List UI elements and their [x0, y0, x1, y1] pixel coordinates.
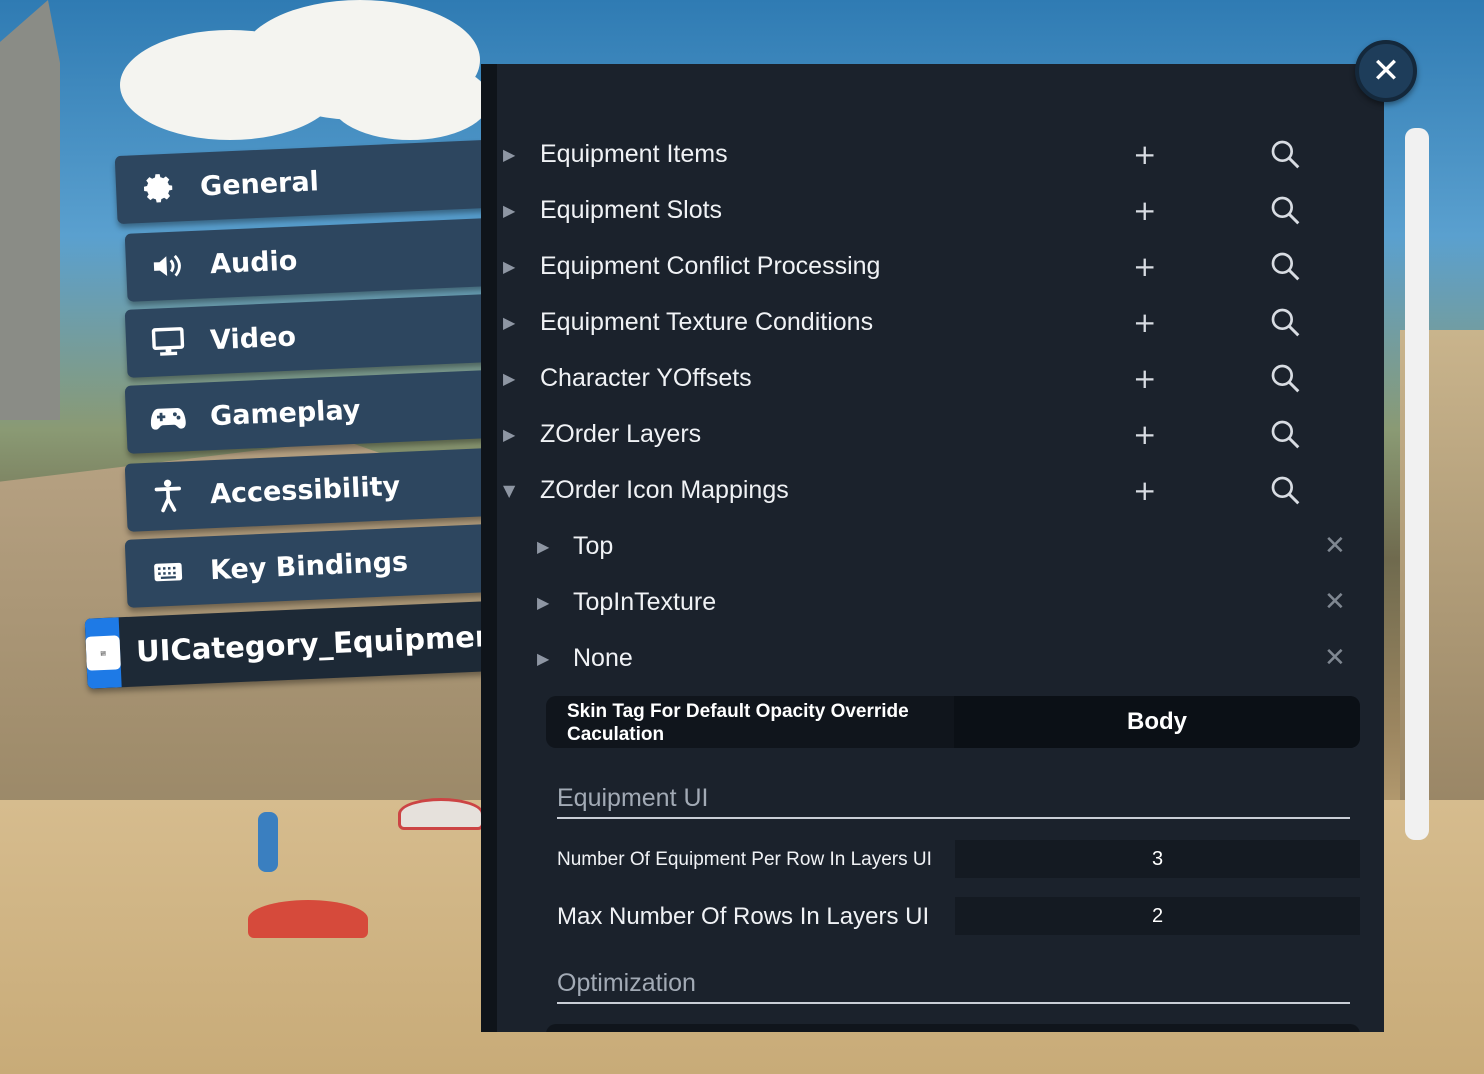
expand-arrow-icon[interactable]: ▶: [537, 537, 549, 556]
sidebar-item-label: Gameplay: [209, 394, 362, 432]
add-button[interactable]: +: [1133, 194, 1156, 227]
number-per-row-field: Number Of Equipment Per Row In Layers UI…: [557, 840, 1360, 880]
field-label: Max Number Of Rows In Layers UI: [557, 903, 930, 930]
field-label: Number Of Equipment Per Row In Layers UI: [557, 849, 932, 870]
search-icon[interactable]: [1269, 474, 1301, 506]
keyboard-icon: [147, 551, 189, 593]
remove-button[interactable]: ✕: [1324, 587, 1346, 617]
mapping-label: Top: [573, 531, 614, 560]
sidebar-item-label: Audio: [209, 244, 298, 280]
search-icon[interactable]: [1269, 362, 1301, 394]
sidebar-item-label: UICategory_Equipment: [135, 618, 490, 669]
group-label: Equipment Slots: [540, 195, 723, 224]
document-icon: ▤: [84, 617, 122, 689]
group-label: Equipment Items: [540, 139, 728, 168]
add-button[interactable]: +: [1133, 418, 1156, 451]
search-icon[interactable]: [1269, 138, 1301, 170]
add-button[interactable]: +: [1133, 138, 1156, 171]
gamepad-icon: [147, 397, 189, 439]
skin-tag-label: Skin Tag For Default Opacity Override Ca…: [567, 701, 909, 745]
mapping-row[interactable]: ▶ Top ✕: [497, 518, 1384, 574]
sidebar-item-label: Video: [209, 321, 297, 356]
expand-arrow-icon[interactable]: ▶: [503, 369, 515, 388]
group-row[interactable]: ▶ Character YOffsets +: [497, 350, 1384, 406]
search-icon[interactable]: [1269, 418, 1301, 450]
skin-tag-dropdown[interactable]: Body: [954, 696, 1360, 748]
sidebar-item-label: Key Bindings: [209, 546, 409, 586]
group-label: Character YOffsets: [540, 363, 752, 392]
sidebar-item-label: Accessibility: [209, 470, 401, 510]
group-label: ZOrder Layers: [540, 419, 702, 448]
mapping-label: TopInTexture: [573, 587, 717, 616]
mapping-row[interactable]: ▶ None ✕: [497, 630, 1384, 686]
add-button[interactable]: +: [1133, 362, 1156, 395]
add-button[interactable]: +: [1133, 474, 1156, 507]
group-label: ZOrder Icon Mappings: [540, 475, 789, 504]
group-row[interactable]: ▶ Equipment Items +: [497, 126, 1384, 182]
expand-arrow-icon[interactable]: ▶: [537, 649, 549, 668]
gear-icon: [137, 167, 179, 209]
number-input[interactable]: 3: [955, 840, 1360, 878]
expand-arrow-icon[interactable]: ▶: [503, 313, 515, 332]
scrollbar[interactable]: [1405, 128, 1429, 840]
expand-arrow-icon[interactable]: ▶: [503, 425, 515, 444]
group-row[interactable]: ▶ ZOrder Layers +: [497, 406, 1384, 462]
group-label: Equipment Conflict Processing: [540, 251, 881, 280]
skin-tag-field: Skin Tag For Default Opacity Override Ca…: [546, 696, 1360, 748]
remove-button[interactable]: ✕: [1324, 531, 1346, 561]
collapse-arrow-icon[interactable]: ▼: [503, 481, 515, 500]
monitor-icon: [147, 321, 189, 363]
expand-arrow-icon[interactable]: ▶: [503, 257, 515, 276]
add-button[interactable]: +: [1133, 250, 1156, 283]
settings-panel: ▶ Equipment Items + ▶ Equipment Slots + …: [481, 64, 1384, 1032]
section-title-optimization: Optimization: [557, 969, 1350, 1004]
expand-arrow-icon[interactable]: ▶: [503, 201, 515, 220]
group-row[interactable]: ▶ Equipment Slots +: [497, 182, 1384, 238]
group-label: Equipment Texture Conditions: [540, 307, 874, 336]
search-icon[interactable]: [1269, 306, 1301, 338]
expand-arrow-icon[interactable]: ▶: [503, 145, 515, 164]
section-title-equipment-ui: Equipment UI: [557, 784, 1350, 819]
group-row[interactable]: ▼ ZOrder Icon Mappings +: [497, 462, 1384, 518]
partial-field: [546, 1024, 1360, 1032]
mapping-label: None: [573, 643, 633, 672]
expand-arrow-icon[interactable]: ▶: [537, 593, 549, 612]
close-button[interactable]: ✕: [1355, 40, 1417, 102]
accessibility-icon: [147, 475, 189, 517]
number-input[interactable]: 2: [955, 897, 1360, 935]
search-icon[interactable]: [1269, 194, 1301, 226]
sidebar-item-label: General: [199, 165, 320, 202]
mapping-row[interactable]: ▶ TopInTexture ✕: [497, 574, 1384, 630]
remove-button[interactable]: ✕: [1324, 643, 1346, 673]
search-icon[interactable]: [1269, 250, 1301, 282]
speaker-icon: [147, 245, 189, 287]
add-button[interactable]: +: [1133, 306, 1156, 339]
group-row[interactable]: ▶ Equipment Conflict Processing +: [497, 238, 1384, 294]
group-row[interactable]: ▶ Equipment Texture Conditions +: [497, 294, 1384, 350]
max-rows-field: Max Number Of Rows In Layers UI 2: [557, 897, 1360, 937]
